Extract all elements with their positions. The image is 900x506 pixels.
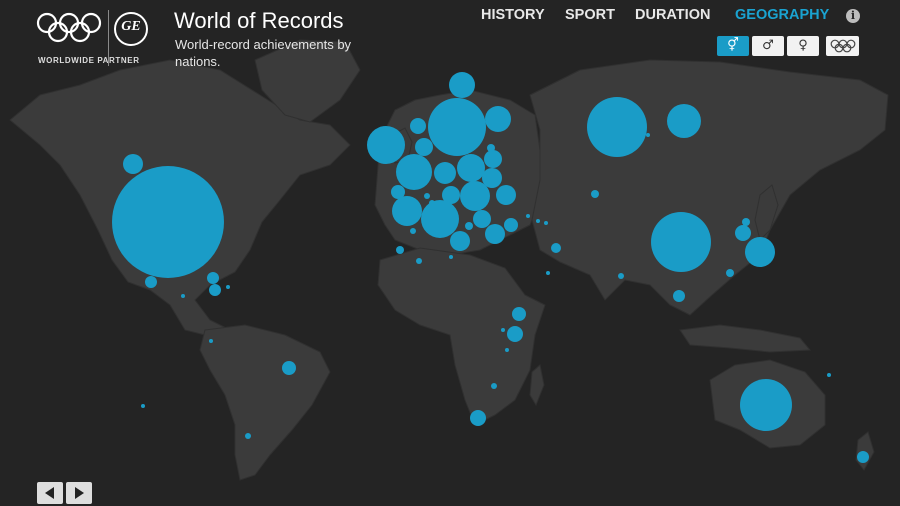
bubble-turkey[interactable] [504, 218, 518, 232]
bubble-new-zealand[interactable] [857, 451, 869, 463]
bubble-korea-small[interactable] [742, 218, 750, 226]
bubble-china[interactable] [651, 212, 711, 272]
bubble-panama[interactable] [181, 294, 185, 298]
bubble-south-africa[interactable] [470, 410, 486, 426]
bubble-azerbaijan[interactable] [536, 219, 540, 223]
filter-olympic[interactable] [826, 36, 859, 56]
land-indonesia [679, 324, 812, 353]
bubble-uk[interactable] [367, 126, 405, 164]
next-arrow-button[interactable] [66, 482, 92, 504]
bubble-italy[interactable] [421, 200, 459, 238]
prev-arrow-button[interactable] [37, 482, 63, 504]
bubble-jamaica[interactable] [209, 284, 221, 296]
bubble-thailand[interactable] [673, 290, 685, 302]
bubble-morocco[interactable] [416, 258, 422, 264]
bubble-kazakhstan[interactable] [591, 190, 599, 198]
bubble-canada[interactable] [123, 154, 143, 174]
bubble-kazakhstan-dot[interactable] [646, 133, 650, 137]
bubble-tanzania[interactable] [505, 348, 509, 352]
filter-male[interactable]: ♂ [752, 36, 784, 56]
land-new-zealand [855, 431, 875, 471]
bubble-ethiopia[interactable] [512, 307, 526, 321]
land-asia [529, 59, 889, 316]
filter-female[interactable]: ♀ [787, 36, 819, 56]
bubble-usa[interactable] [112, 166, 224, 278]
bubble-india[interactable] [618, 273, 624, 279]
bubble-finland[interactable] [485, 106, 511, 132]
bubble-ukraine[interactable] [496, 185, 516, 205]
bubble-croatia[interactable] [465, 222, 473, 230]
page-title: World of Records [174, 8, 344, 33]
bubble-israel[interactable] [551, 243, 561, 253]
olympic-rings-icon [830, 39, 855, 53]
bubble-uganda[interactable] [501, 328, 505, 332]
bubble-iceland[interactable] [410, 118, 426, 134]
bubble-romania[interactable] [473, 210, 491, 228]
bubble-argentina[interactable] [245, 433, 251, 439]
bubble-russia[interactable] [587, 97, 647, 157]
arrow-right-icon [75, 487, 84, 499]
bubble-peru[interactable] [141, 404, 145, 408]
bubble-korea[interactable] [735, 225, 751, 241]
arrow-left-icon [45, 487, 54, 499]
nav-geography[interactable]: GEOGRAPHY [735, 7, 829, 23]
bubble-papua-new-guinea[interactable] [827, 373, 831, 377]
bubble-armenia[interactable] [544, 221, 548, 225]
bubble-switzerland[interactable] [429, 200, 435, 206]
info-icon[interactable]: i [846, 9, 860, 23]
bubble-russia-west[interactable] [484, 150, 502, 168]
bubble-poland[interactable] [457, 154, 485, 182]
bubble-japan[interactable] [745, 237, 775, 267]
bubble-colombia[interactable] [209, 339, 213, 343]
olympic-rings-logo [36, 12, 102, 43]
bubble-sweden[interactable] [428, 98, 486, 156]
filter-both-genders[interactable]: ⚥ [717, 36, 749, 56]
land-south-america [199, 324, 331, 481]
logo-divider [108, 10, 109, 66]
nav-duration[interactable]: DURATION [635, 7, 710, 23]
bubble-germany[interactable] [396, 154, 432, 190]
land-madagascar [529, 364, 545, 407]
page-subtitle: World-record achievements by nations. [175, 37, 352, 69]
ge-logo: GE [114, 12, 148, 46]
bubble-portugal[interactable] [396, 246, 404, 254]
bubble-georgia[interactable] [526, 214, 530, 218]
bubble-netherlands[interactable] [415, 138, 433, 156]
partner-label: WORLDWIDE PARTNER [38, 56, 140, 65]
bubble-kenya[interactable] [507, 326, 523, 342]
bubble-norway[interactable] [449, 72, 475, 98]
bubble-bulgaria[interactable] [485, 224, 505, 244]
nav-history[interactable]: HISTORY [481, 7, 545, 23]
bubble-brazil[interactable] [282, 361, 296, 375]
bubble-estonia[interactable] [487, 144, 495, 152]
bubble-zimbabwe[interactable] [491, 383, 497, 389]
world-map [9, 39, 889, 481]
bubble-tunisia[interactable] [449, 255, 453, 259]
bubble-egypt[interactable] [546, 271, 550, 275]
bubble-spain[interactable] [410, 228, 416, 234]
bubble-cuba[interactable] [207, 272, 219, 284]
bubble-france[interactable] [392, 196, 422, 226]
bubble-russia-east[interactable] [667, 104, 701, 138]
bubble-australia[interactable] [740, 379, 792, 431]
nav-sport[interactable]: SPORT [565, 7, 615, 23]
bubble-denmark[interactable] [424, 193, 430, 199]
bubble-greece[interactable] [450, 231, 470, 251]
bubble-taiwan[interactable] [726, 269, 734, 277]
bubble-czechia[interactable] [434, 162, 456, 184]
bubble-hungary[interactable] [460, 181, 490, 211]
bubble-mexico[interactable] [145, 276, 157, 288]
bubble-bahamas[interactable] [226, 285, 230, 289]
